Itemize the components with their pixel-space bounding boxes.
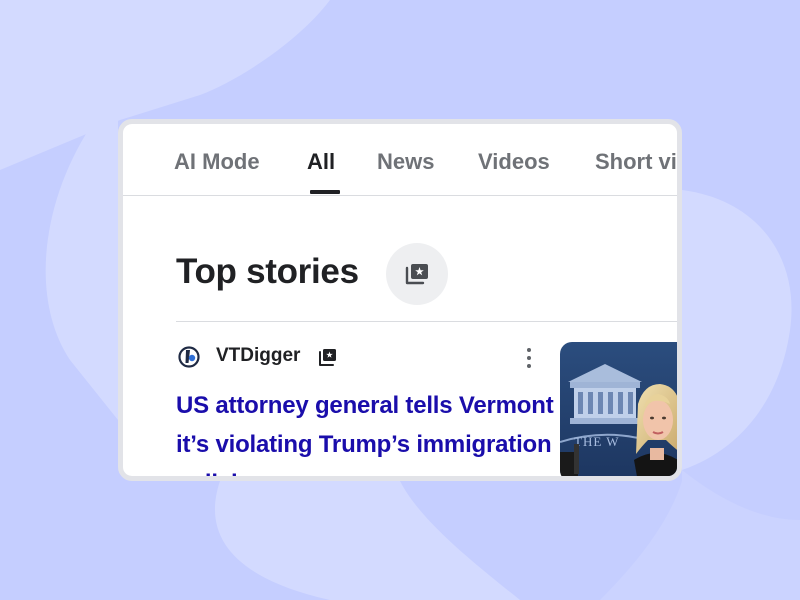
- active-tab-indicator: [310, 190, 340, 194]
- story-thumbnail-image: THE W: [560, 342, 677, 476]
- vtdigger-logo-icon: [178, 346, 200, 368]
- top-story-badge-icon: [319, 349, 336, 366]
- section-divider: [176, 321, 677, 322]
- tab-ai-mode[interactable]: AI Mode: [174, 149, 260, 175]
- more-vert-icon[interactable]: [521, 345, 537, 371]
- tab-all[interactable]: All: [307, 149, 335, 175]
- search-results-card: AI Mode All News Videos Short vi Top sto…: [118, 119, 682, 481]
- tab-short-videos[interactable]: Short vi: [595, 149, 677, 175]
- search-tabs: AI Mode All News Videos Short vi: [123, 124, 677, 196]
- svg-text:THE W: THE W: [574, 434, 620, 449]
- story-source-name[interactable]: VTDigger: [216, 345, 300, 367]
- stories-collection-button[interactable]: [386, 243, 448, 305]
- section-title: Top stories: [176, 252, 359, 291]
- tab-videos[interactable]: Videos: [478, 149, 550, 175]
- story-headline-link[interactable]: US attorney general tells Vermont it’s v…: [176, 386, 556, 476]
- tab-news[interactable]: News: [377, 149, 434, 175]
- story-thumbnail[interactable]: THE W: [560, 342, 677, 476]
- stories-collection-icon: [405, 264, 428, 285]
